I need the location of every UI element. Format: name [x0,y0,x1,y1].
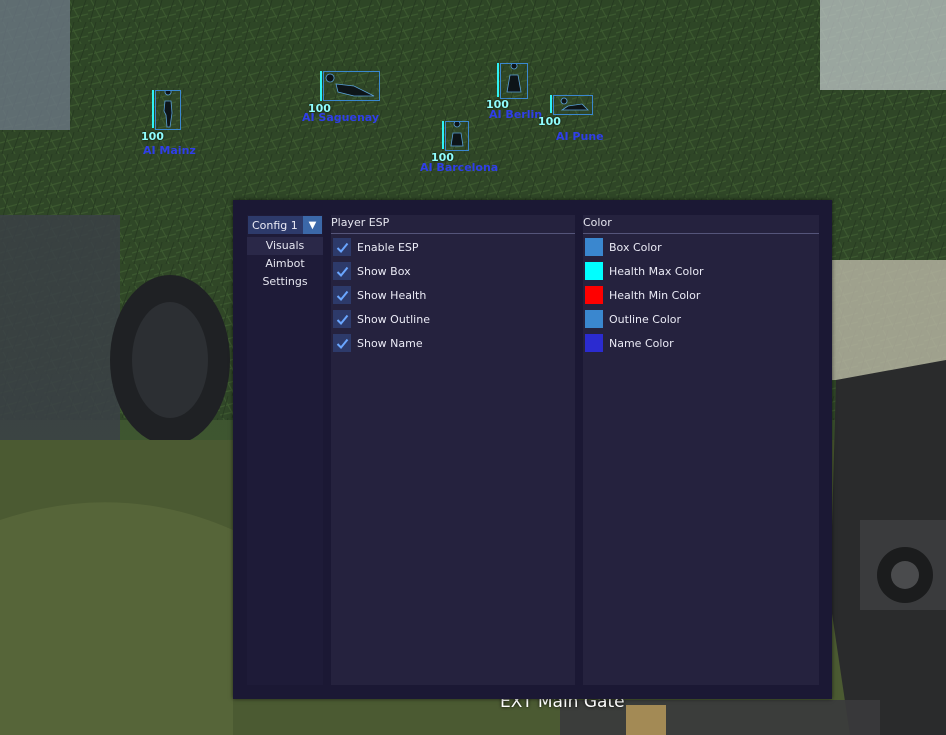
esp-box [445,121,469,151]
checkbox-label: Show Outline [357,312,430,326]
color-swatch[interactable] [585,310,603,328]
health-bar [320,71,322,101]
show-name-checkbox[interactable]: Show Name [333,333,423,353]
name-color-picker[interactable]: Name Color [585,333,674,353]
checkmark-icon[interactable] [333,286,351,304]
player-name: AI Mainz [143,144,196,157]
health-max-color-picker[interactable]: Health Max Color [585,261,704,281]
esp-box [155,90,181,130]
esp-box [553,95,593,115]
checkmark-icon[interactable] [333,262,351,280]
panel-title: Player ESP [331,216,390,229]
box-color-picker[interactable]: Box Color [585,237,662,257]
checkbox-label: Show Health [357,288,427,302]
checkbox-label: Enable ESP [357,240,419,254]
enable-esp-checkbox[interactable]: Enable ESP [333,237,419,257]
color-label: Health Min Color [609,288,701,302]
panel-title: Color [583,216,612,229]
cheat-menu-window: Config 1 ▼ Visuals Aimbot Settings Playe… [233,200,832,699]
sidebar-item-aimbot[interactable]: Aimbot [247,255,323,273]
show-health-checkbox[interactable]: Show Health [333,285,426,305]
sidebar: Config 1 ▼ Visuals Aimbot Settings [247,215,323,685]
outline-color-picker[interactable]: Outline Color [585,309,681,329]
triangle-down-icon[interactable]: ▼ [303,216,322,234]
esp-box [500,63,528,99]
config-dropdown[interactable]: Config 1 ▼ [248,216,322,234]
color-label: Health Max Color [609,264,704,278]
checkbox-label: Show Box [357,264,411,278]
show-outline-checkbox[interactable]: Show Outline [333,309,430,329]
checkbox-label: Show Name [357,336,423,350]
health-bar [550,95,552,113]
sidebar-item-settings[interactable]: Settings [247,273,323,291]
health-value: 100 [538,115,561,128]
health-bar [152,90,154,128]
divider [331,233,575,234]
esp-box [323,71,380,101]
health-min-color-picker[interactable]: Health Min Color [585,285,700,305]
color-swatch[interactable] [585,334,603,352]
player-name: AI Barcelona [420,161,499,174]
checkmark-icon[interactable] [333,334,351,352]
player-name: AI Berlin [489,108,543,121]
player-name: AI Pune [556,130,604,143]
health-bar [442,121,444,149]
config-dropdown-label: Config 1 [252,218,298,232]
color-swatch[interactable] [585,286,603,304]
color-swatch[interactable] [585,262,603,280]
checkmark-icon[interactable] [333,310,351,328]
player-name: AI Saguenay [302,111,380,124]
sidebar-item-visuals[interactable]: Visuals [247,237,323,255]
color-label: Outline Color [609,312,682,326]
checkmark-icon[interactable] [333,238,351,256]
divider [583,233,819,234]
player-esp-panel: Player ESP Enable ESP Show Box Show Heal… [331,215,575,685]
color-label: Name Color [609,336,674,350]
color-label: Box Color [609,240,662,254]
color-swatch[interactable] [585,238,603,256]
color-panel: Color Box Color Health Max Color Health … [583,215,819,685]
health-value: 100 [141,130,164,143]
health-bar [497,63,499,97]
show-box-checkbox[interactable]: Show Box [333,261,411,281]
